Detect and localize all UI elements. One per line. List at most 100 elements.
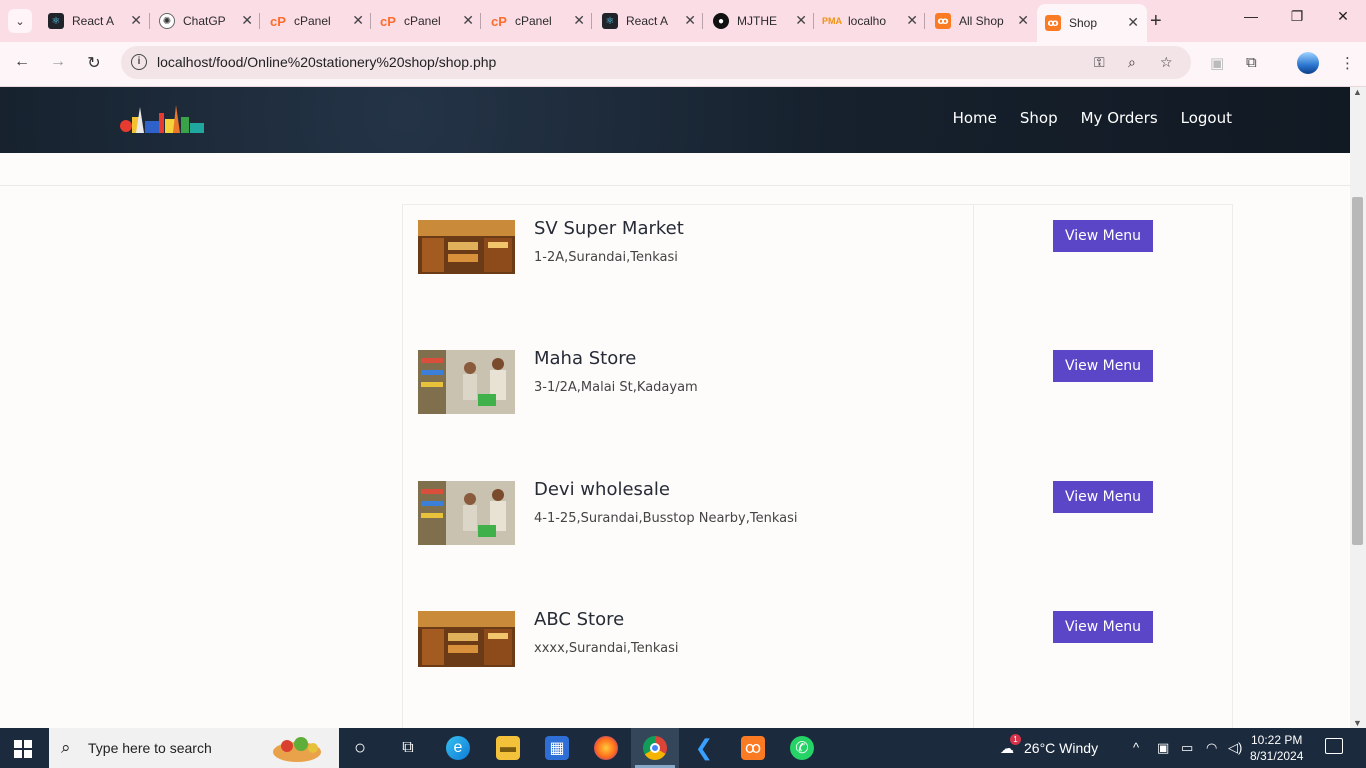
new-tab-plus-icon[interactable]: + [1150,10,1162,33]
task-view-icon[interactable]: ⧉ [396,736,420,760]
browser-tab[interactable]: cP cPanel ✕ [262,6,372,36]
xampp-icon: ꝏ [935,13,951,29]
wifi-icon[interactable]: ◠ [1206,740,1217,756]
shop-thumbnail [418,350,515,414]
minimize-icon[interactable]: — [1236,8,1266,24]
view-menu-button[interactable]: View Menu [1053,220,1153,252]
restore-icon[interactable]: ❐ [1282,8,1312,25]
cpanel-icon: cP [270,13,286,29]
close-tab-icon[interactable]: ✕ [241,12,253,29]
bookmark-star-icon[interactable]: ☆ [1160,54,1173,71]
show-hidden-icons-chevron-icon[interactable]: ^ [1133,740,1139,755]
shop-name: Maha Store [534,348,637,369]
tab-title: cPanel [515,14,552,28]
more-menu-icon[interactable]: ⋮ [1340,54,1355,72]
stationery-logo[interactable] [118,103,208,135]
microsoft-store-icon[interactable]: ▦ [545,736,569,760]
browser-tab[interactable]: ✺ ChatGP ✕ [151,6,261,36]
reload-icon[interactable]: ↻ [82,53,106,73]
nav-shop-link[interactable]: Shop [1020,109,1058,127]
close-tab-icon[interactable]: ✕ [906,12,918,29]
extension-puzzle-faded-icon[interactable]: ▣ [1210,54,1224,72]
view-menu-button[interactable]: View Menu [1053,350,1153,382]
nav-my-orders-link[interactable]: My Orders [1081,109,1158,127]
scroll-up-arrow-icon[interactable]: ▲ [1353,87,1362,97]
search-icon: ⌕ [61,738,71,757]
shop-row: SV Super Market 1-2A,Surandai,Tenkasi Vi… [403,205,1234,285]
tab-title: React A [72,14,115,28]
weather-widget[interactable]: ☁ 1 26°C Windy [1000,734,1098,757]
clock-time: 10:22 PM [1251,733,1303,747]
view-menu-button[interactable]: View Menu [1053,481,1153,513]
close-window-icon[interactable]: ✕ [1328,8,1358,25]
volume-icon[interactable]: ◁) [1228,740,1242,756]
address-bar[interactable]: i localhost/food/Online%20stationery%20s… [121,46,1191,79]
taskbar-search-box[interactable]: ⌕ Type here to search [49,728,339,768]
battery-icon[interactable]: ▭ [1181,740,1193,756]
whatsapp-icon[interactable]: ✆ [790,736,814,760]
tab-title: cPanel [404,14,441,28]
vscode-icon[interactable]: ❮ [692,735,716,760]
nav-logout-link[interactable]: Logout [1181,109,1232,127]
shop-row: Maha Store 3-1/2A,Malai St,Kadayam View … [403,335,1234,415]
shop-row: Devi wholesale 4-1-25,Surandai,Busstop N… [403,466,1234,546]
browser-tab[interactable]: ⚛ React A ✕ [594,6,704,36]
browser-tab[interactable]: ● MJTHE ✕ [705,6,815,36]
view-menu-button[interactable]: View Menu [1053,611,1153,643]
shop-row: ABC Store xxxx,Surandai,Tenkasi View Men… [403,596,1234,676]
close-tab-icon[interactable]: ✕ [1017,12,1029,29]
weather-text: 26°C Windy [1024,740,1099,756]
site-info-icon[interactable]: i [131,54,147,70]
close-tab-icon[interactable]: ✕ [795,12,807,29]
url-text[interactable]: localhost/food/Online%20stationery%20sho… [157,54,496,70]
tab-title: React A [626,14,669,28]
clock-date: 8/31/2024 [1250,749,1304,763]
tab-search-chevron-icon[interactable]: ⌄ [8,9,32,33]
browser-tab-active[interactable]: ꝏ Shop ✕ [1037,4,1147,42]
browser-tab[interactable]: cP cPanel ✕ [372,6,482,36]
system-clock[interactable]: 10:22 PM 8/31/2024 [1250,732,1303,764]
weather-alert-badge: 1 [1010,734,1021,745]
browser-tab[interactable]: ꝏ All Shop ✕ [927,6,1037,36]
page-scrollbar[interactable]: ▲ ▼ [1350,87,1366,728]
page-spacer [0,153,1350,186]
close-tab-icon[interactable]: ✕ [573,12,585,29]
browser-tab[interactable]: cP cPanel ✕ [483,6,593,36]
scroll-down-arrow-icon[interactable]: ▼ [1353,718,1362,728]
windows-start-icon[interactable] [14,740,32,758]
scrollbar-thumb[interactable] [1352,197,1363,545]
file-explorer-icon[interactable]: ▬ [496,736,520,760]
firefox-icon[interactable] [594,736,618,760]
main-nav: Home Shop My Orders Logout [953,109,1232,127]
meet-now-icon[interactable]: ▣ [1157,740,1169,756]
edge-icon[interactable]: e [446,736,470,760]
browser-tab[interactable]: PMA localho ✕ [816,6,926,36]
profile-avatar[interactable] [1297,52,1319,74]
github-icon: ● [713,13,729,29]
site-header: Home Shop My Orders Logout [0,87,1350,153]
cortana-circle-icon[interactable]: ○ [348,736,372,760]
close-tab-icon[interactable]: ✕ [684,12,696,29]
xampp-icon[interactable]: ꝏ [741,736,765,760]
close-tab-icon[interactable]: ✕ [462,12,474,29]
shop-address: xxxx,Surandai,Tenkasi [534,641,679,656]
password-key-icon[interactable]: ⚿ [1094,54,1105,71]
browser-tab[interactable]: ⚛ React A ✕ [40,6,150,36]
zoom-icon[interactable]: ⌕ [1128,54,1136,71]
browser-tab-strip: ⌄ ⚛ React A ✕ ✺ ChatGP ✕ cP cPanel ✕ cP … [0,0,1366,42]
notification-center-icon[interactable] [1325,738,1343,754]
chatgpt-icon: ✺ [159,13,175,29]
xampp-icon: ꝏ [1045,15,1061,31]
tab-title: localho [848,14,887,28]
shop-address: 1-2A,Surandai,Tenkasi [534,250,678,265]
extensions-icon[interactable]: ⧉ [1246,54,1257,71]
close-tab-icon[interactable]: ✕ [1127,14,1139,31]
forward-arrow-icon[interactable]: → [46,53,70,71]
back-arrow-icon[interactable]: ← [10,53,34,71]
nav-home-link[interactable]: Home [953,109,997,127]
close-tab-icon[interactable]: ✕ [352,12,364,29]
chrome-icon[interactable] [643,736,667,760]
phpmyadmin-icon: PMA [822,16,842,26]
close-tab-icon[interactable]: ✕ [130,12,142,29]
cpanel-icon: cP [491,13,507,29]
